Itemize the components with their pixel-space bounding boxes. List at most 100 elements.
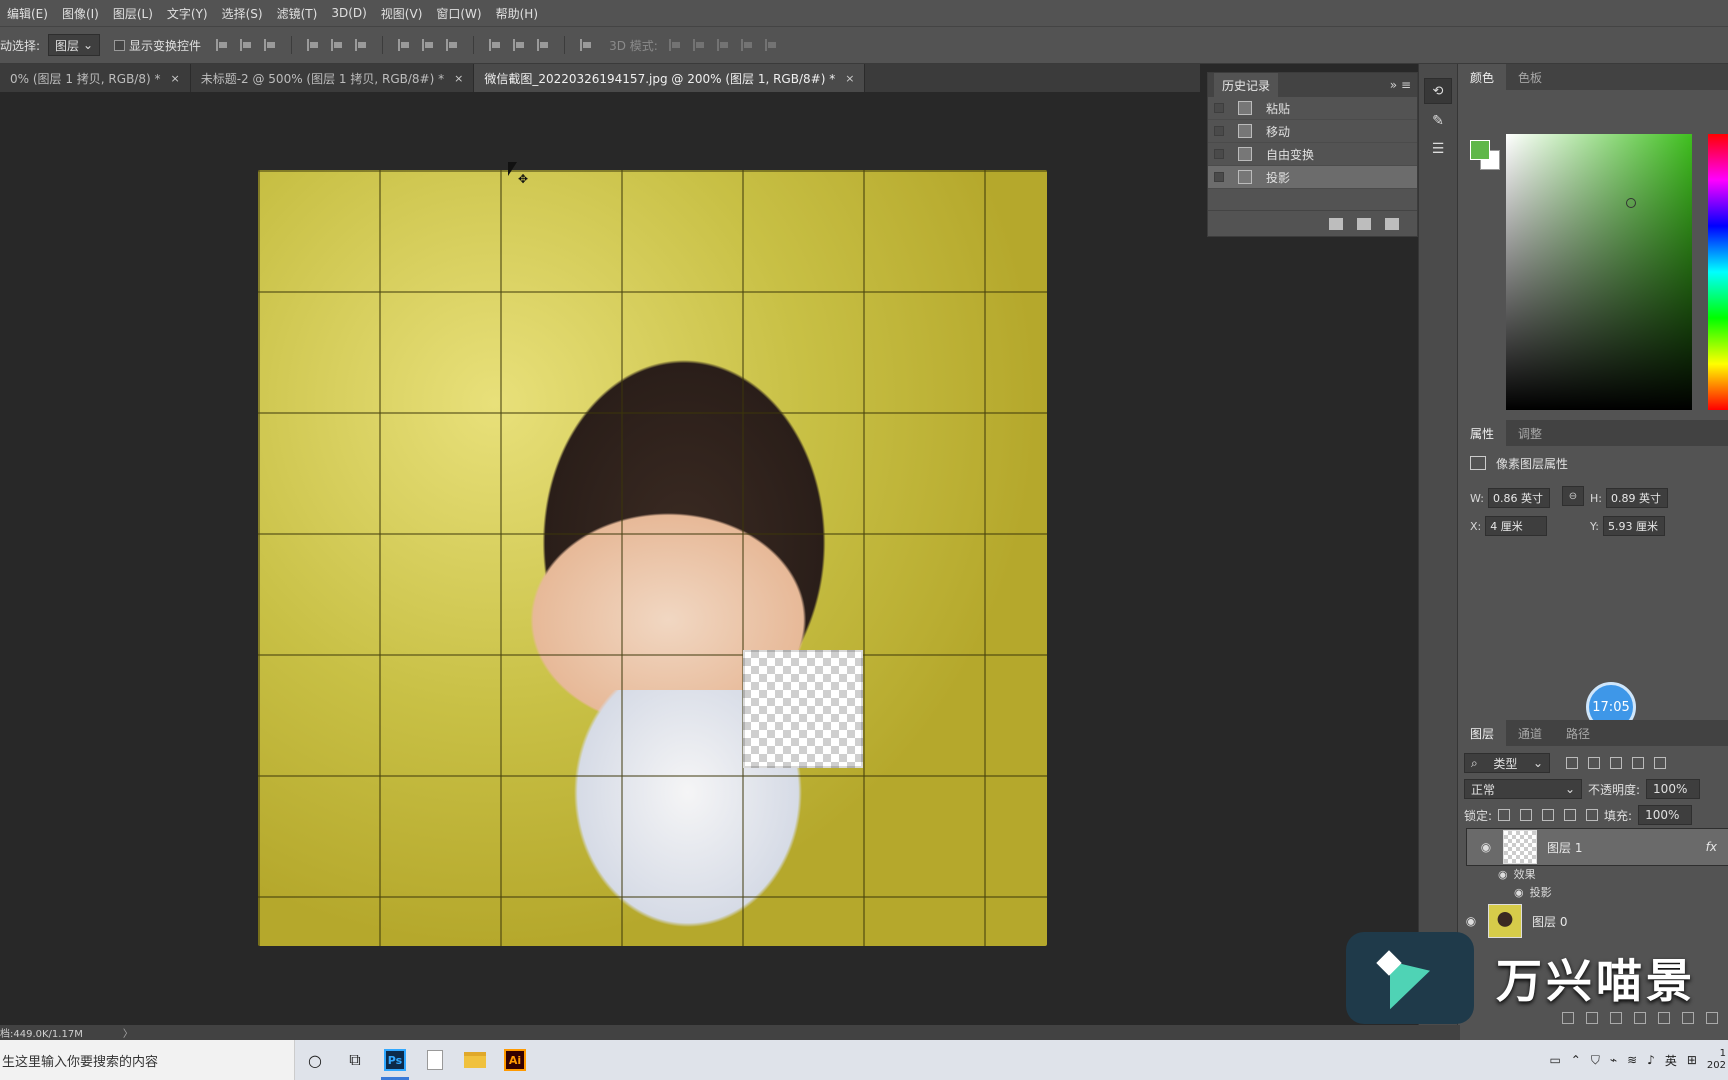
distribute-bottom-icon[interactable] [445, 38, 459, 52]
tab-layers[interactable]: 图层 [1458, 720, 1507, 746]
menu-view[interactable]: 视图(V) [374, 5, 430, 22]
fx-icon[interactable]: fx [1706, 840, 1717, 854]
history-toggle-icon[interactable]: ⟲ [1424, 78, 1452, 104]
wifi-icon[interactable]: ≋ [1627, 1053, 1637, 1067]
show-transform-checkbox[interactable] [114, 39, 126, 51]
chevron-up-icon[interactable]: ⌃ [1571, 1053, 1581, 1067]
align-hcenter-icon[interactable] [330, 38, 344, 52]
layer-filter-dropdown[interactable]: ⌕ 类型 ⌄ [1464, 753, 1550, 773]
distribute-left-icon[interactable] [488, 38, 502, 52]
effects-row[interactable]: ◉ 效果 [1498, 866, 1536, 882]
lock-all-icon[interactable] [1586, 809, 1599, 821]
panel-menu-icon[interactable]: » ≡ [1390, 78, 1411, 92]
smart-filter-icon[interactable] [1654, 757, 1666, 769]
history-item-selected[interactable]: 投影 [1208, 166, 1417, 189]
lock-paint-icon[interactable] [1520, 809, 1533, 821]
network-icon[interactable]: ⌁ [1610, 1053, 1617, 1067]
menu-layer[interactable]: 图层(L) [106, 5, 160, 22]
lock-move-icon[interactable] [1542, 809, 1555, 821]
menu-help[interactable]: 帮助(H) [489, 5, 545, 22]
y-input[interactable]: 5.93 厘米 [1602, 516, 1665, 536]
layer-name[interactable]: 图层 0 [1532, 913, 1567, 930]
3d-pan-icon[interactable] [716, 38, 730, 52]
ime-indicator[interactable]: 英 [1665, 1052, 1677, 1069]
lock-artboard-icon[interactable] [1564, 809, 1577, 821]
distribute-hcenter-icon[interactable] [512, 38, 526, 52]
volume-icon[interactable]: ♪ [1647, 1053, 1655, 1067]
fill-input[interactable]: 100% [1638, 805, 1693, 825]
history-title[interactable]: 历史记录 [1214, 72, 1279, 98]
tab-swatches[interactable]: 色板 [1506, 64, 1554, 90]
pixel-filter-icon[interactable] [1566, 757, 1578, 769]
battery-icon[interactable]: ▭ [1549, 1053, 1560, 1067]
clock[interactable]: 1 202 [1707, 1048, 1726, 1072]
menu-type[interactable]: 文字(Y) [160, 5, 215, 22]
align-top-icon[interactable] [215, 38, 229, 52]
w-input[interactable]: 0.86 英寸 [1487, 488, 1550, 508]
eye-icon[interactable]: ◉ [1498, 868, 1508, 881]
blend-mode-dropdown[interactable]: 正常 ⌄ [1464, 779, 1582, 799]
distribute-right-icon[interactable] [536, 38, 550, 52]
eye-icon[interactable]: ◉ [1514, 886, 1524, 899]
history-checkbox[interactable] [1214, 103, 1224, 113]
close-icon[interactable]: × [454, 72, 463, 85]
close-icon[interactable]: × [845, 72, 854, 85]
history-checkbox[interactable] [1214, 149, 1224, 159]
link-icon[interactable]: ⊖ [1562, 486, 1584, 506]
shield-icon[interactable]: ⛉ [1591, 1053, 1600, 1068]
color-picker-point[interactable] [1626, 198, 1636, 208]
history-item[interactable]: 移动 [1208, 120, 1417, 143]
tab-channels[interactable]: 通道 [1506, 720, 1554, 746]
eye-icon[interactable]: ◉ [1473, 840, 1499, 854]
history-checkbox[interactable] [1214, 172, 1224, 182]
layer-row-1[interactable]: ◉ 图层 1 fx [1466, 828, 1728, 866]
type-filter-icon[interactable] [1610, 757, 1622, 769]
chevron-right-icon[interactable]: 〉 [123, 1025, 133, 1040]
history-item[interactable]: 自由变换 [1208, 143, 1417, 166]
cortana-icon[interactable]: ○ [295, 1040, 335, 1080]
camera-icon[interactable] [1357, 217, 1371, 230]
align-right-icon[interactable] [354, 38, 368, 52]
align-left-icon[interactable] [306, 38, 320, 52]
3d-roll-icon[interactable] [692, 38, 706, 52]
3d-orbit-icon[interactable] [668, 38, 682, 52]
tab-properties[interactable]: 属性 [1458, 420, 1507, 446]
distribute-top-icon[interactable] [397, 38, 411, 52]
tab-adjustments[interactable]: 调整 [1506, 420, 1554, 446]
taskbar-search[interactable]: 生这里输入你要搜索的内容 [0, 1040, 295, 1080]
foreground-color-swatch[interactable] [1470, 140, 1490, 160]
illustrator-taskbar-icon[interactable]: Ai [495, 1040, 535, 1080]
tab-document-2[interactable]: 未标题-2 @ 500% (图层 1 拷贝, RGB/8#) * × [191, 64, 475, 92]
auto-align-icon[interactable] [579, 38, 593, 52]
history-checkbox[interactable] [1214, 126, 1224, 136]
document-canvas-image[interactable] [258, 170, 1047, 946]
task-view-icon[interactable]: ⧉ [335, 1040, 375, 1080]
shape-filter-icon[interactable] [1632, 757, 1644, 769]
3d-scale-icon[interactable] [764, 38, 778, 52]
keyboard-icon[interactable]: ⊞ [1687, 1053, 1697, 1067]
lock-transparency-icon[interactable] [1498, 809, 1511, 821]
tab-paths[interactable]: 路径 [1554, 720, 1602, 746]
drop-shadow-effect-row[interactable]: ◉ 投影 [1514, 884, 1552, 900]
color-field[interactable] [1506, 134, 1692, 410]
tab-color[interactable]: 颜色 [1458, 64, 1507, 90]
align-bottom-icon[interactable] [263, 38, 277, 52]
folder-taskbar-icon[interactable] [455, 1040, 495, 1080]
menu-image[interactable]: 图像(I) [55, 5, 106, 22]
file-taskbar-icon[interactable] [415, 1040, 455, 1080]
brush-icon[interactable]: ✎ [1424, 110, 1452, 132]
x-input[interactable]: 4 厘米 [1485, 516, 1548, 536]
photoshop-taskbar-icon[interactable]: Ps [375, 1040, 415, 1080]
adjustments-icon[interactable]: ☰ [1424, 138, 1452, 160]
align-vcenter-icon[interactable] [239, 38, 253, 52]
distribute-vcenter-icon[interactable] [421, 38, 435, 52]
hue-slider[interactable] [1708, 134, 1728, 410]
adjust-filter-icon[interactable] [1588, 757, 1600, 769]
layer-name[interactable]: 图层 1 [1547, 839, 1582, 856]
menu-edit[interactable]: 编辑(E) [0, 5, 55, 22]
close-icon[interactable]: × [170, 72, 179, 85]
tab-document-3[interactable]: 微信截图_20220326194157.jpg @ 200% (图层 1, RG… [474, 64, 866, 92]
trash-icon[interactable] [1385, 217, 1399, 230]
eye-icon[interactable]: ◉ [1458, 914, 1484, 928]
new-document-icon[interactable] [1329, 217, 1343, 230]
